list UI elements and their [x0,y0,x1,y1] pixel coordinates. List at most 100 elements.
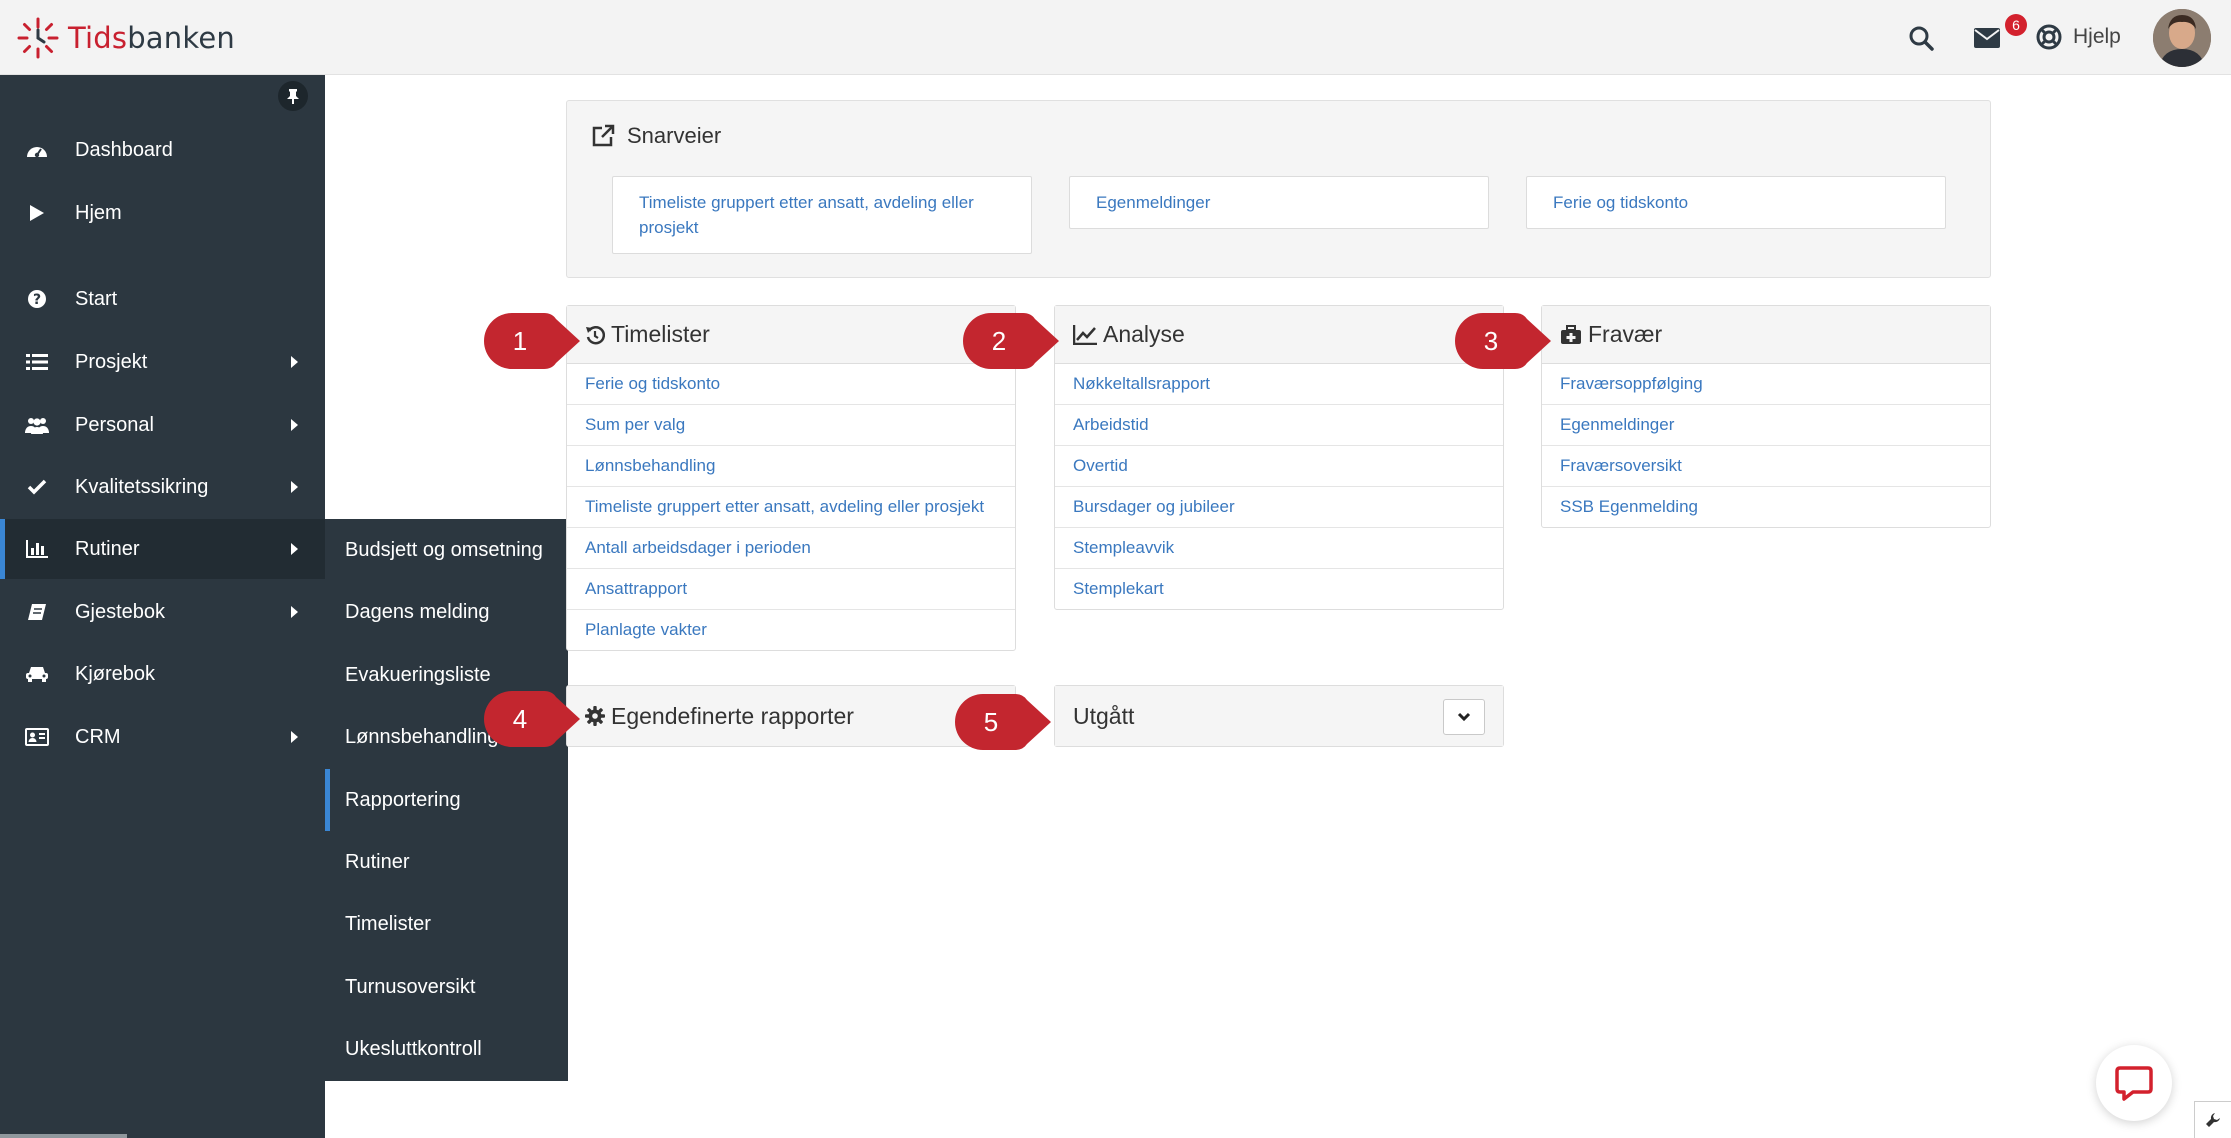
list-item[interactable]: Stemplekart [1055,569,1503,609]
timelister-header: Timelister [567,306,1015,364]
submenu-item-timelister[interactable]: Timelister [325,893,568,955]
analyse-header: Analyse [1055,306,1503,364]
list-item[interactable]: Sum per valg [567,405,1015,446]
sidebar-scrollbar[interactable] [0,1134,127,1138]
submenu-item-ukesluttkontroll[interactable]: Ukesluttkontroll [325,1018,568,1080]
submenu-item-rapportering[interactable]: Rapportering [325,769,568,831]
submenu-item-dagens-melding[interactable]: Dagens melding [325,581,568,643]
caret-right-icon [291,356,298,368]
list-item[interactable]: Stempleavvik [1055,528,1503,569]
submenu-item-rutiner[interactable]: Rutiner [325,831,568,893]
help-button[interactable]: Hjelp [2035,20,2121,54]
sidebar-item-kvalitetssikring[interactable]: Kvalitetssikring [0,457,325,517]
timelister-panel: Timelister Ferie og tidskonto Sum per va… [566,305,1016,651]
list-item[interactable]: Antall arbeidsdager i perioden [567,528,1015,569]
sidebar-item-label: Gjestebok [75,600,166,623]
search-icon[interactable] [1905,22,1937,54]
shortcut-egenmeldinger[interactable]: Egenmeldinger [1069,176,1489,229]
car-icon [24,661,50,687]
egendefinerte-title: Egendefinerte rapporter [611,702,854,729]
marker-2: 2 [961,311,1061,371]
expand-button[interactable] [1443,699,1485,735]
bar-chart-icon [24,536,50,562]
wrench-icon[interactable] [2194,1101,2231,1138]
egendefinerte-panel[interactable]: Egendefinerte rapporter [566,685,1016,747]
list-item[interactable]: Bursdager og jubileer [1055,487,1503,528]
medkit-icon [1561,324,1581,344]
list-item[interactable]: Overtid [1055,446,1503,487]
sidebar-item-label: Personal [75,413,154,436]
submenu-item-turnusoversikt[interactable]: Turnusoversikt [325,956,568,1018]
list-item[interactable]: Lønnsbehandling [567,446,1015,487]
chevron-down-icon [1457,712,1471,722]
sidebar-item-kjorebok[interactable]: Kjørebok [0,644,325,704]
sidebar-item-hjem[interactable]: Hjem [0,183,325,243]
list-item[interactable]: Ferie og tidskonto [567,364,1015,405]
help-label: Hjelp [2073,25,2121,48]
list-item[interactable]: Fraværsoversikt [1542,446,1990,487]
chat-button[interactable] [2096,1045,2172,1121]
gear-icon [585,706,605,726]
marker-3: 3 [1453,311,1553,371]
sidebar-item-label: Prosjekt [75,350,148,373]
marker-4: 4 [482,689,582,749]
list-item[interactable]: SSB Egenmelding [1542,487,1990,527]
list-item[interactable]: Arbeidstid [1055,405,1503,446]
egendefinerte-header: Egendefinerte rapporter [567,686,1015,746]
analyse-panel: Analyse Nøkkeltallsrapport Arbeidstid Ov… [1054,305,1504,610]
sidebar-item-label: Dashboard [75,138,173,161]
avatar[interactable] [2153,9,2211,67]
caret-right-icon [291,481,298,493]
history-icon [586,325,605,344]
logo[interactable]: Tidsbanken [16,16,235,60]
shortcuts-title: Snarveier [627,123,722,148]
caret-right-icon [291,419,298,431]
sidebar-item-label: Kjørebok [75,662,156,685]
sidebar-item-label: Hjem [75,201,122,224]
list-item[interactable]: Egenmeldinger [1542,405,1990,446]
play-icon [24,200,50,226]
submenu-item-budsjett[interactable]: Budsjett og omsetning [325,519,568,581]
caret-right-icon [291,731,298,743]
list-item[interactable]: Timeliste gruppert etter ansatt, avdelin… [567,487,1015,528]
list-item[interactable]: Nøkkeltallsrapport [1055,364,1503,405]
sidebar-item-start[interactable]: ? Start [0,269,325,329]
lifebuoy-icon [2036,24,2062,50]
sidebar-item-prosjekt[interactable]: Prosjekt [0,332,325,392]
shortcut-timeliste-gruppert[interactable]: Timeliste gruppert etter ansatt, avdelin… [612,176,1032,254]
svg-text:?: ? [33,292,41,308]
pin-icon[interactable] [278,81,308,111]
external-link-icon [592,124,615,147]
analyse-title: Analyse [1103,321,1185,347]
shortcut-ferie-tidskonto[interactable]: Ferie og tidskonto [1526,176,1946,229]
caret-right-icon [291,606,298,618]
logo-text: Tidsbanken [68,21,235,55]
utgatt-title: Utgått [1073,702,1135,729]
check-icon [24,474,50,500]
id-card-icon [24,724,50,750]
sidebar-item-label: Start [75,287,118,310]
dashboard-icon [24,137,50,163]
fravaer-panel: Fravær Fraværsoppfølging Egenmeldinger F… [1541,305,1991,528]
sidebar-item-label: Rutiner [75,537,140,560]
sidebar-item-dashboard[interactable]: Dashboard [0,120,325,180]
sidebar-item-rutiner[interactable]: Rutiner [0,519,325,579]
utgatt-header: Utgått [1055,686,1503,746]
shortcuts-header: Snarveier [591,123,721,149]
sidebar-item-personal[interactable]: Personal [0,395,325,455]
shortcuts-panel: Snarveier Timeliste gruppert etter ansat… [566,100,1991,278]
question-circle-icon: ? [24,286,50,312]
caret-right-icon [291,543,298,555]
fravaer-header: Fravær [1542,306,1990,364]
mail-icon[interactable] [1971,22,2003,54]
list-item[interactable]: Planlagte vakter [567,610,1015,650]
fravaer-title: Fravær [1588,321,1663,347]
sidebar-item-crm[interactable]: CRM [0,707,325,767]
list-item[interactable]: Ansattrapport [567,569,1015,610]
marker-5: 5 [953,692,1053,752]
top-bar: Tidsbanken 6 Hjelp [0,0,2231,75]
sidebar-item-label: CRM [75,725,121,748]
mail-count-badge: 6 [2005,14,2027,36]
sidebar-item-gjestebok[interactable]: Gjestebok [0,582,325,642]
list-item[interactable]: Fraværsoppfølging [1542,364,1990,405]
